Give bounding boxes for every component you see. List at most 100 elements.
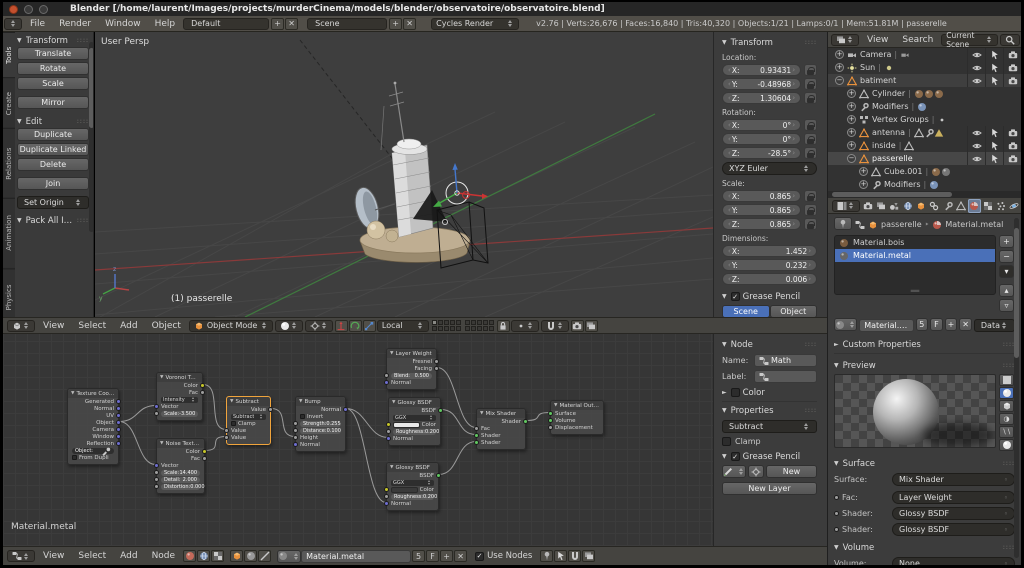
properties-tab-world[interactable]	[901, 199, 914, 213]
outliner-item-modifiers[interactable]: +Modifiers|	[828, 178, 1021, 191]
viewport-menu-add[interactable]: Add	[113, 321, 144, 331]
panel-header-transform[interactable]: ▼Transform::::	[17, 34, 89, 47]
node-material-name-field[interactable]: Material.metal	[301, 550, 411, 563]
expand-toggle[interactable]: +	[835, 50, 844, 59]
add-material-slot-button[interactable]: +	[999, 235, 1014, 248]
slot-move-up-button[interactable]: ▴	[999, 284, 1014, 297]
breadcrumb-object[interactable]: passerelle	[881, 220, 922, 229]
expand-toggle[interactable]: +	[847, 128, 856, 137]
properties-tab-data[interactable]	[954, 199, 967, 213]
rotation-mode-select[interactable]: XYZ Euler	[722, 162, 817, 175]
expand-toggle[interactable]: −	[835, 76, 844, 85]
button-duplicate[interactable]: Duplicate	[17, 128, 89, 141]
lock-toggle[interactable]	[804, 78, 817, 90]
button-mirror[interactable]: Mirror	[17, 96, 89, 109]
screen-layout-select[interactable]: Default	[183, 18, 269, 30]
shader-type-world-button[interactable]	[197, 550, 210, 562]
button-translate[interactable]: Translate	[17, 47, 89, 60]
tree-type-compositing-button[interactable]	[244, 550, 257, 562]
gp-draw-mode-button[interactable]	[722, 465, 746, 478]
scene-select[interactable]: Scene	[307, 18, 387, 30]
node-enum-select[interactable]: Intensity	[161, 397, 198, 403]
panel-header-edit[interactable]: ▼Edit::::	[17, 115, 89, 128]
node-users-count-button[interactable]: 5	[412, 550, 425, 562]
outliner-item-passerelle[interactable]: −passerelle	[828, 152, 1021, 165]
node-number-field[interactable]: Distance:0.100	[300, 428, 341, 434]
node-enum-select[interactable]: GGX	[391, 480, 434, 486]
browse-node-material-button[interactable]	[277, 550, 301, 563]
grease-pencil-checkbox[interactable]	[731, 292, 740, 301]
editor-type-button-properties[interactable]	[832, 200, 860, 212]
visibility-toggle[interactable]	[967, 126, 985, 139]
layers-widget[interactable]	[432, 320, 461, 331]
renderability-toggle[interactable]	[1003, 152, 1021, 165]
surface-value-select[interactable]: Mix Shader◦	[892, 473, 1015, 486]
properties-tab-render[interactable]	[861, 199, 874, 213]
surface-value-select[interactable]: Glossy BSDF◦	[892, 523, 1015, 536]
gp-crosshair-button[interactable]	[748, 465, 764, 478]
node-glossy2[interactable]: ▼Glossy BSDFBSDFGGXColorRoughness:0.200N…	[386, 462, 439, 511]
node-number-field[interactable]: Distortion:0.000	[161, 484, 200, 490]
outliner-scrollbar[interactable]	[827, 191, 1021, 198]
pin-id-button[interactable]	[834, 217, 852, 230]
properties-tab-material[interactable]	[968, 199, 981, 213]
window-close-button[interactable]	[9, 5, 18, 14]
node-name-field[interactable]: Math	[754, 354, 817, 367]
outliner-item-modifiers[interactable]: +Modifiers|	[828, 100, 1021, 113]
expand-toggle[interactable]: +	[847, 115, 856, 124]
button-rotate[interactable]: Rotate	[17, 62, 89, 75]
viewport-menu-view[interactable]: View	[36, 321, 71, 331]
node-number-field[interactable]: Roughness:0.200	[391, 494, 434, 500]
selectability-toggle[interactable]	[985, 74, 1003, 87]
tool-tab-create[interactable]: Create	[3, 77, 15, 128]
material-slot-material-bois[interactable]: Material.bois	[835, 236, 995, 249]
preview-sphere-sky-button[interactable]	[999, 439, 1014, 451]
breadcrumb-material[interactable]: Material.metal	[945, 220, 1003, 229]
selectability-toggle[interactable]	[985, 126, 1003, 139]
node-new-material-button[interactable]: +	[440, 550, 453, 562]
editor-type-button-3dview[interactable]	[7, 320, 35, 332]
viewport-shading-select[interactable]	[275, 320, 303, 332]
menu-help[interactable]: Help	[148, 19, 183, 29]
node-menu-select[interactable]: Select	[71, 551, 113, 561]
outliner-item-camera[interactable]: +Camera|	[828, 48, 1021, 61]
button-join[interactable]: Join	[17, 177, 89, 190]
manipulator-rotate-toggle[interactable]	[349, 320, 362, 332]
node-checkbox[interactable]	[72, 455, 77, 460]
node-voronoi[interactable]: ▼Voronoi TextureColorFacIntensityVectorS…	[156, 372, 203, 421]
render-engine-select[interactable]: Cycles Render	[431, 18, 519, 30]
outliner-item-cube-001[interactable]: +Cube.001|	[828, 165, 1021, 178]
material-specials-menu[interactable]: ▾	[999, 265, 1014, 278]
use-nodes-checkbox[interactable]: Use Nodes	[475, 551, 532, 561]
properties-tab-physics[interactable]	[1008, 199, 1021, 213]
delete-layout-button[interactable]: ✕	[285, 18, 298, 30]
mode-select[interactable]: Object Mode	[189, 320, 273, 332]
outliner-search-button[interactable]	[1000, 34, 1020, 46]
lock-toggle[interactable]	[804, 190, 817, 202]
visibility-toggle[interactable]	[967, 139, 985, 152]
lock-toggle[interactable]	[804, 64, 817, 76]
window-maximize-button[interactable]	[39, 5, 48, 14]
menu-render[interactable]: Render	[52, 19, 98, 29]
fake-user-button[interactable]: F	[930, 318, 943, 331]
unlink-material-button[interactable]: ✕	[959, 318, 972, 331]
number-field-x[interactable]: ‹X:0°›	[722, 119, 801, 131]
number-field-x[interactable]: ‹X:0.93431›	[722, 64, 801, 76]
node-label-field[interactable]	[754, 370, 817, 383]
properties-tab-modifiers[interactable]	[941, 199, 954, 213]
lock-toggle[interactable]	[804, 92, 817, 104]
node-enum-select[interactable]: Subtract	[231, 414, 266, 420]
tree-type-texture-button[interactable]	[258, 550, 271, 562]
material-slot-material-metal[interactable]: Material.metal	[835, 249, 995, 262]
expand-toggle[interactable]: +	[835, 63, 844, 72]
browse-material-button[interactable]	[834, 318, 857, 331]
node-number-field[interactable]: Roughness:0.200	[393, 429, 436, 435]
clamp-checkbox[interactable]	[722, 437, 731, 446]
panel-header-node[interactable]: ▼Node::::	[722, 338, 817, 351]
backdrop-toggle[interactable]	[582, 550, 595, 562]
selectability-toggle[interactable]	[985, 152, 1003, 165]
panel-header-pack-all-into--blend[interactable]: ▼Pack All Into .blend::::	[17, 214, 89, 227]
layers-widget[interactable]	[465, 320, 494, 331]
surface-value-select[interactable]: Glossy BSDF◦	[892, 507, 1015, 520]
editor-type-button[interactable]	[4, 18, 22, 30]
